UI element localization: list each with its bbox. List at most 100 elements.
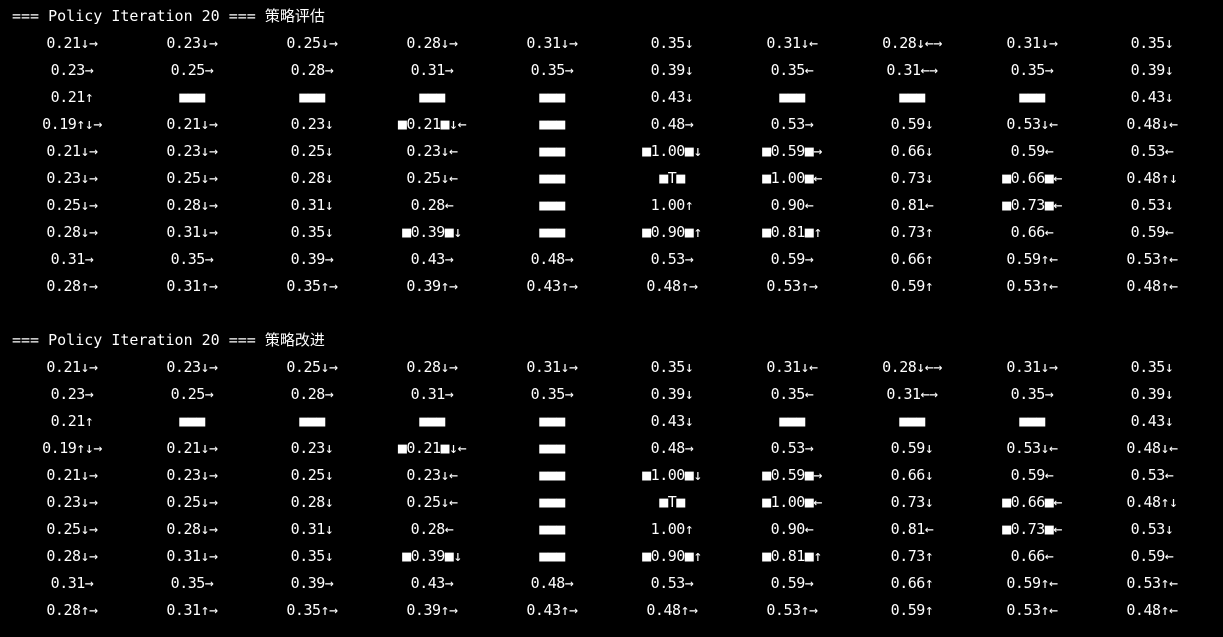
grid-cell: 0.59← <box>1010 466 1054 484</box>
grid-cell: 0.35← <box>770 61 814 79</box>
grid-cell: 0.53← <box>1130 466 1174 484</box>
grid-cell: ■0.21■↓← <box>397 439 467 457</box>
grid-cell: 0.35→ <box>170 250 214 268</box>
grid-cell: 0.28↓←→ <box>882 34 942 52</box>
grid-cell: 0.31→ <box>410 61 454 79</box>
grid-cell: 0.21↓→ <box>46 34 98 52</box>
grid-cell: 1.00↑ <box>650 196 694 214</box>
grid-cell: 0.59↓ <box>890 439 934 457</box>
grid-cell: 0.31→ <box>50 574 94 592</box>
grid-cell: 0.25→ <box>170 385 214 403</box>
grid-cell: 0.53↑← <box>1126 574 1178 592</box>
grid-cell: 0.25↓← <box>406 169 458 187</box>
grid-cell: ■0.39■↓ <box>402 223 462 241</box>
grid-cell: 0.35→ <box>170 574 214 592</box>
grid-cell: 0.48↑← <box>1126 277 1178 295</box>
grid-cell: 1.00↑ <box>650 520 694 538</box>
grid-cell: 0.23→ <box>50 385 94 403</box>
grid-cell: 0.48↑← <box>1126 601 1178 619</box>
grid-cell: 0.81← <box>890 520 934 538</box>
grid-cell: 0.53↓← <box>1006 115 1058 133</box>
grid-cell: ■■■ <box>299 88 325 106</box>
grid-cell: ■■■ <box>1019 412 1045 430</box>
grid-cell: ■■■ <box>539 412 565 430</box>
grid-cell: 0.28↓→ <box>46 547 98 565</box>
grid-cell: 0.21↓→ <box>46 358 98 376</box>
grid-cell: 0.21↓→ <box>166 115 218 133</box>
grid-cell: 0.35↓ <box>1130 34 1174 52</box>
grid-cell: ■■■ <box>779 412 805 430</box>
grid-cell: ■■■ <box>539 223 565 241</box>
grid-cell: 0.53← <box>1130 142 1174 160</box>
grid-cell: 0.53→ <box>770 439 814 457</box>
grid-cell: 0.39↓ <box>650 385 694 403</box>
grid-cell: ■■■ <box>539 88 565 106</box>
grid-row: 0.21↓→ 0.23↓→ 0.25↓→ 0.28↓→ 0.31↓→ 0.35↓ 0.31↓… <box>0 32 1223 59</box>
grid-cell: 0.25↓→ <box>166 493 218 511</box>
grid-cell: 0.59↑ <box>890 601 934 619</box>
grid-cell: 0.31←→ <box>886 61 938 79</box>
grid-cell: 0.31↓ <box>290 520 334 538</box>
grid-cell: ■■■ <box>539 466 565 484</box>
grid-cell: ■■■ <box>899 88 925 106</box>
grid-cell: ■1.00■↓ <box>642 142 702 160</box>
grid-cell: 0.43↑→ <box>526 601 578 619</box>
grid-cell: ■■■ <box>539 547 565 565</box>
grid-cell: 0.19↑↓→ <box>42 439 102 457</box>
grid-cell: 0.28↑→ <box>46 601 98 619</box>
grid-cell: ■■■ <box>539 115 565 133</box>
grid-cell: 0.48↓← <box>1126 115 1178 133</box>
grid-row: 0.21↑ ■■■ ■■■ ■■■ ■■■ 0.43↓ ■■■ ■■■ ■■■ 0.43↓ <box>0 86 1223 113</box>
grid-cell: 0.43→ <box>410 250 454 268</box>
grid-cell: 0.53↓← <box>1006 439 1058 457</box>
grid-cell: 0.25↓ <box>290 466 334 484</box>
grid-cell: 0.59← <box>1130 223 1174 241</box>
grid-cell: 0.73↑ <box>890 223 934 241</box>
grid-row: 0.23↓→ 0.25↓→ 0.28↓ 0.25↓← ■■■ ■T■ ■1.00■← 0.73… <box>0 491 1223 518</box>
grid-row: 0.21↓→ 0.23↓→ 0.25↓ 0.23↓← ■■■ ■1.00■↓ ■0.59■→… <box>0 140 1223 167</box>
grid-cell: 0.48→ <box>650 115 694 133</box>
value-grid: 0.21↓→ 0.23↓→ 0.25↓→ 0.28↓→ 0.31↓→ 0.35↓ 0.31↓… <box>0 32 1223 302</box>
grid-cell: 0.48→ <box>650 439 694 457</box>
grid-cell: 0.48↑→ <box>646 277 698 295</box>
grid-row: 0.19↑↓→ 0.21↓→ 0.23↓ ■0.21■↓← ■■■ 0.48→ 0.53→ 0… <box>0 113 1223 140</box>
grid-cell: ■■■ <box>179 412 205 430</box>
grid-cell: 0.43↓ <box>650 88 694 106</box>
grid-cell: 0.23↓→ <box>166 466 218 484</box>
grid-cell: ■■■ <box>179 88 205 106</box>
grid-cell: 0.23↓← <box>406 466 458 484</box>
grid-cell: 0.21↑ <box>50 88 94 106</box>
grid-cell: 0.53→ <box>650 250 694 268</box>
grid-cell: 0.31↓← <box>766 358 818 376</box>
grid-cell: 0.53↓ <box>1130 196 1174 214</box>
grid-cell: 0.31↓ <box>290 196 334 214</box>
grid-cell: 0.90← <box>770 196 814 214</box>
grid-cell: ■■■ <box>299 412 325 430</box>
grid-cell: 0.59↑ <box>890 277 934 295</box>
grid-cell: 0.25↓← <box>406 493 458 511</box>
grid-cell: 0.23↓ <box>290 115 334 133</box>
grid-cell: 0.48↑→ <box>646 601 698 619</box>
grid-cell: 0.53→ <box>770 115 814 133</box>
grid-cell: ■■■ <box>899 412 925 430</box>
grid-cell: 0.59→ <box>770 250 814 268</box>
grid-cell: ■■■ <box>539 196 565 214</box>
grid-cell: 0.53↑→ <box>766 277 818 295</box>
grid-cell: 0.25↓→ <box>286 358 338 376</box>
grid-cell: 0.59→ <box>770 574 814 592</box>
grid-cell: 0.21↑ <box>50 412 94 430</box>
grid-cell: 0.28← <box>410 196 454 214</box>
grid-cell: 0.48→ <box>530 250 574 268</box>
grid-cell: 0.35→ <box>530 385 574 403</box>
grid-cell: ■1.00■↓ <box>642 466 702 484</box>
grid-row: 0.28↑→ 0.31↑→ 0.35↑→ 0.39↑→ 0.43↑→ 0.48↑→ 0.53… <box>0 599 1223 626</box>
grid-cell: 0.25↓ <box>290 142 334 160</box>
grid-cell: ■0.66■← <box>1002 169 1062 187</box>
grid-cell: 0.66↓ <box>890 142 934 160</box>
grid-cell: 0.31↓→ <box>1006 358 1058 376</box>
grid-cell: ■■■ <box>419 88 445 106</box>
grid-cell: 0.28→ <box>290 385 334 403</box>
grid-cell: 0.35↓ <box>650 34 694 52</box>
grid-cell: 0.73↓ <box>890 493 934 511</box>
grid-row: 0.28↑→ 0.31↑→ 0.35↑→ 0.39↑→ 0.43↑→ 0.48↑→ 0.53… <box>0 275 1223 302</box>
